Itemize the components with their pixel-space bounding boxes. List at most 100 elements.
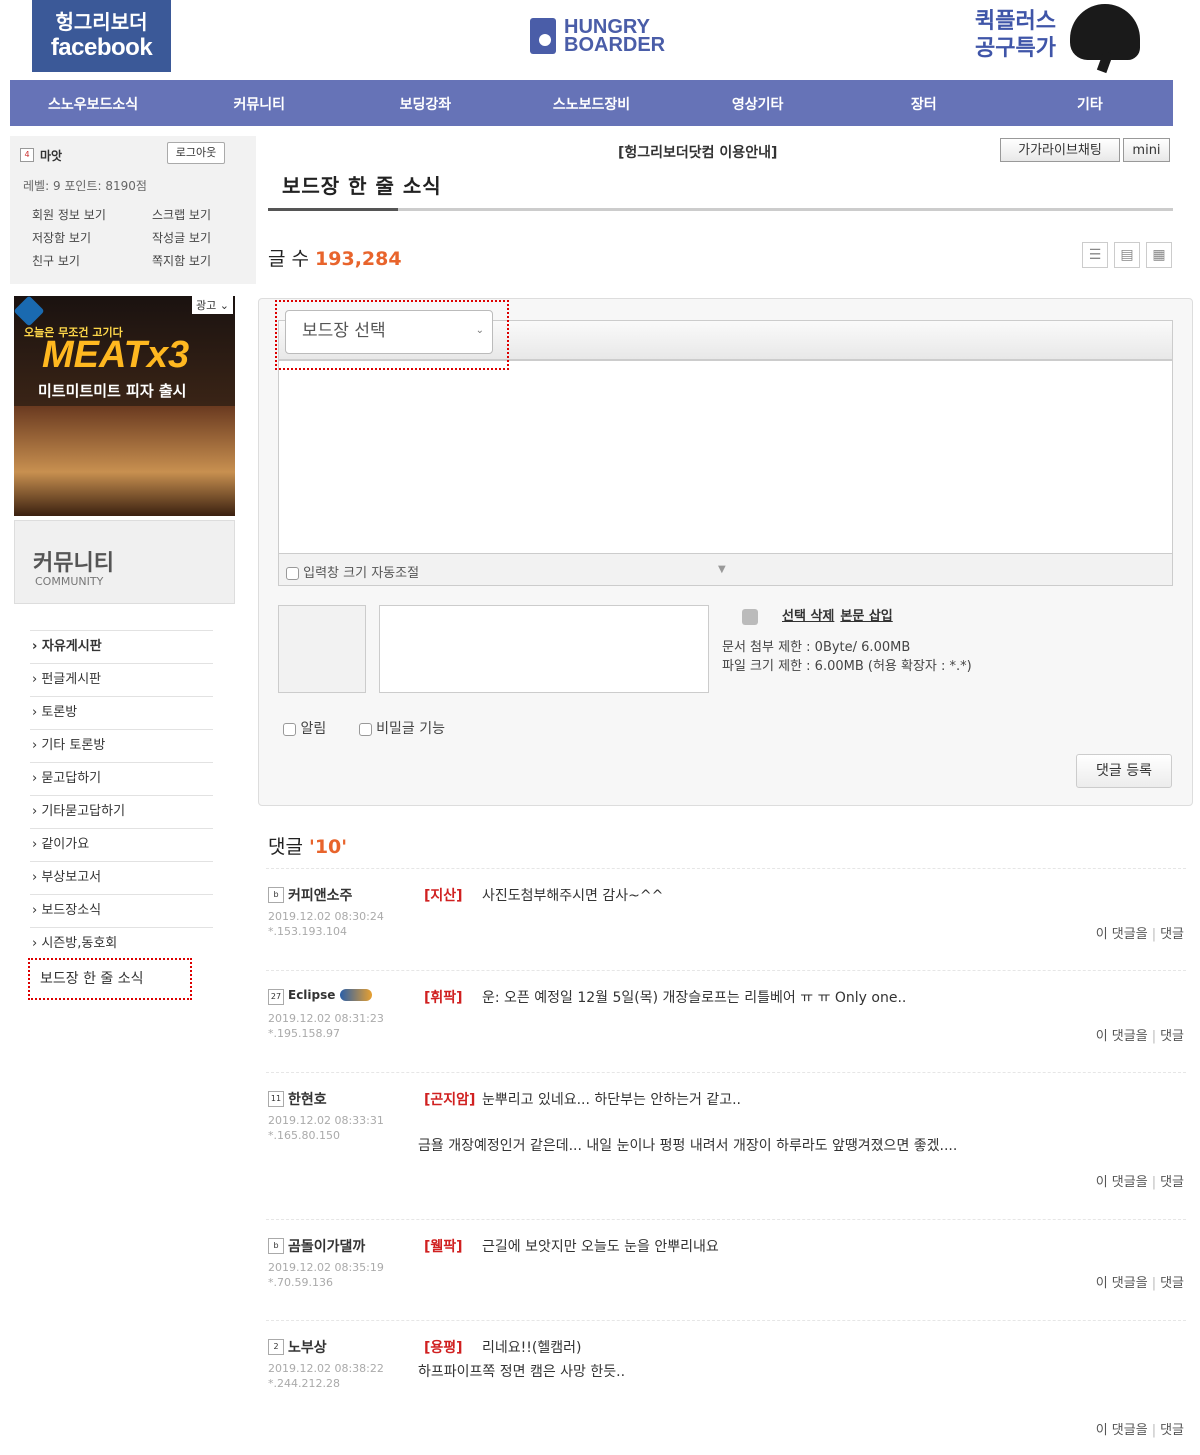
comment-author[interactable]: Eclipse <box>288 987 373 1003</box>
reply-link[interactable]: 댓글 <box>1160 1029 1184 1044</box>
user-level-icon: 11 <box>268 1091 284 1107</box>
nav-item[interactable]: 스노우보드소식 <box>10 80 176 126</box>
user-level-icon: 4 <box>20 148 34 162</box>
comment-meta: 2019.12.02 08:31:23 *.195.158.97 <box>268 1012 384 1040</box>
site-logo[interactable]: HUNGRY BOARDER <box>530 16 670 60</box>
resort-select[interactable]: 보드장 선택 ⌄ <box>285 310 493 354</box>
reply-link[interactable]: 댓글 <box>1160 1276 1184 1291</box>
menu-item[interactable]: › 묻고답하기 <box>30 762 213 795</box>
ad-headline: MEATx3 <box>42 334 190 376</box>
user-level-points: 레벨: 9 포인트: 8190점 <box>23 179 147 193</box>
webzine-view-icon[interactable]: ▤ <box>1114 242 1140 268</box>
title-divider <box>268 208 1173 211</box>
attachment-info: 문서 첨부 제한 : 0Byte/ 6.00MB 파일 크기 제한 : 6.00… <box>722 640 972 674</box>
menu-item[interactable]: › 부상보고서 <box>30 861 213 894</box>
user-link[interactable]: 스크랩 보기 <box>152 206 242 223</box>
mini-chat-button[interactable]: mini <box>1123 138 1170 162</box>
resize-handle-icon[interactable]: ▼ <box>718 564 726 575</box>
notify-checkbox[interactable] <box>283 722 296 736</box>
snowboarder-icon <box>340 989 373 1001</box>
submit-comment-button[interactable]: 댓글 등록 <box>1076 754 1172 788</box>
community-banner: 커뮤니티 COMMUNITY <box>14 520 235 604</box>
user-link[interactable]: 회원 정보 보기 <box>32 206 152 223</box>
comment-author[interactable]: 곰돌이가댈까 <box>288 1236 365 1256</box>
menu-item[interactable]: › 같이가요 <box>30 828 213 861</box>
comments-heading: 댓글 '10' <box>268 836 348 858</box>
user-name[interactable]: 마앗 <box>40 147 62 164</box>
ad-label[interactable]: 광고 ⌄ <box>192 296 233 314</box>
user-link[interactable]: 친구 보기 <box>32 252 152 269</box>
reply-link[interactable]: 댓글 <box>1160 1423 1184 1438</box>
notice-link[interactable]: [헝그리보더닷컴 이용안내] <box>618 142 777 162</box>
user-link[interactable]: 작성글 보기 <box>152 229 242 246</box>
menu-item[interactable]: › 시즌방,동호회 <box>30 927 213 960</box>
nav-item[interactable]: 커뮤니티 <box>176 80 342 126</box>
side-menu: › 자유게시판 › 펀글게시판 › 토론방 › 기타 토론방 › 묻고답하기 ›… <box>30 630 213 960</box>
chevron-right-icon: › <box>32 705 42 720</box>
main-nav: 스노우보드소식 커뮤니티 보딩강좌 스노보드장비 영상기타 장터 기타 <box>10 80 1173 126</box>
reply-link[interactable]: 댓글 <box>1160 927 1184 942</box>
live-chat-button[interactable]: 가가라이브채팅 <box>1000 138 1120 162</box>
logo-mark-icon <box>530 18 556 54</box>
user-level-icon: 2 <box>268 1339 284 1355</box>
menu-item[interactable]: › 펀글게시판 <box>30 663 213 696</box>
comment-author[interactable]: 노부상 <box>288 1337 327 1357</box>
logout-button[interactable]: 로그아웃 <box>167 142 225 164</box>
notify-option[interactable]: 알림 <box>283 721 326 737</box>
secret-option[interactable]: 비밀글 기능 <box>358 721 445 737</box>
comment-tag: [웰팍] <box>424 1239 463 1255</box>
nav-item[interactable]: 장터 <box>841 80 1007 126</box>
gallery-view-icon[interactable]: ▦ <box>1146 242 1172 268</box>
comments-count: '10' <box>309 836 348 858</box>
puzzle-icon[interactable] <box>742 608 758 625</box>
autosize-checkbox[interactable] <box>286 567 299 580</box>
comment-text-line2: 하프파이프쪽 정면 캠은 사망 한듯.. <box>418 1364 626 1380</box>
comment-meta: 2019.12.02 08:33:31 *.165.80.150 <box>268 1114 384 1142</box>
chevron-right-icon: › <box>32 639 42 654</box>
menu-item[interactable]: › 기타묻고답하기 <box>30 795 213 828</box>
page-title: 보드장 한 줄 소식 <box>282 174 442 198</box>
comment-author[interactable]: 한현호 <box>288 1089 327 1109</box>
comment-options: 알림 비밀글 기능 <box>283 718 473 738</box>
reply-link[interactable]: 댓글 <box>1160 1175 1184 1190</box>
nav-item[interactable]: 보딩강좌 <box>342 80 508 126</box>
user-level-icon: b <box>268 1238 284 1254</box>
nav-item[interactable]: 기타 <box>1007 80 1173 126</box>
menu-item[interactable]: › 자유게시판 <box>30 630 213 663</box>
comment-editor[interactable] <box>278 360 1173 554</box>
attachment-list[interactable] <box>379 605 709 693</box>
facebook-banner[interactable]: 헝그리보더 facebook <box>32 0 171 72</box>
quote-comment-link[interactable]: 이 댓글을 <box>1096 1276 1148 1291</box>
menu-item[interactable]: › 보드장소식 <box>30 894 213 927</box>
quote-comment-link[interactable]: 이 댓글을 <box>1096 927 1148 942</box>
user-link[interactable]: 저장함 보기 <box>32 229 152 246</box>
comment-meta: 2019.12.02 08:35:19 *.70.59.136 <box>268 1261 384 1289</box>
comment-author[interactable]: 커피앤소주 <box>288 885 352 905</box>
pizza-ad[interactable]: 오늘은 무조건 고기다 MEATx3 미트미트미트 피자 출시 광고 ⌄ <box>14 296 235 516</box>
comment-actions: 이 댓글을 | 댓글 <box>1095 1175 1184 1190</box>
comment-tag: [용평] <box>424 1340 463 1356</box>
insert-body-link[interactable]: 본문 삽입 <box>840 609 892 624</box>
promo-banner[interactable]: 퀵플러스 공구특가 <box>975 4 1155 72</box>
delete-selected-link[interactable]: 선택 삭제 <box>782 609 834 624</box>
quote-comment-link[interactable]: 이 댓글을 <box>1096 1175 1148 1190</box>
menu-item[interactable]: › 토론방 <box>30 696 213 729</box>
user-link[interactable]: 쪽지함 보기 <box>152 252 242 269</box>
post-count-value: 193,284 <box>315 248 402 270</box>
community-title: 커뮤니티 <box>33 551 114 576</box>
chevron-down-icon: ⌄ <box>475 325 484 336</box>
promo-text: 퀵플러스 공구특가 <box>975 9 1056 61</box>
comment-item: 2 노부상 2019.12.02 08:38:22 *.244.212.28 [용… <box>266 1320 1186 1451</box>
menu-item[interactable]: › 기타 토론방 <box>30 729 213 762</box>
autosize-option[interactable]: 입력창 크기 자동조절 <box>286 562 419 581</box>
menu-item-current[interactable]: 보드장 한 줄 소식 <box>28 958 192 1000</box>
nav-item[interactable]: 영상기타 <box>675 80 841 126</box>
chevron-right-icon: › <box>32 771 42 786</box>
secret-checkbox[interactable] <box>358 722 372 736</box>
nav-item[interactable]: 스노보드장비 <box>508 80 674 126</box>
attachment-preview <box>278 605 366 693</box>
facebook-banner-brand: facebook <box>50 34 153 61</box>
list-view-icon[interactable]: ☰ <box>1082 242 1108 268</box>
quote-comment-link[interactable]: 이 댓글을 <box>1096 1423 1148 1438</box>
quote-comment-link[interactable]: 이 댓글을 <box>1096 1029 1148 1044</box>
